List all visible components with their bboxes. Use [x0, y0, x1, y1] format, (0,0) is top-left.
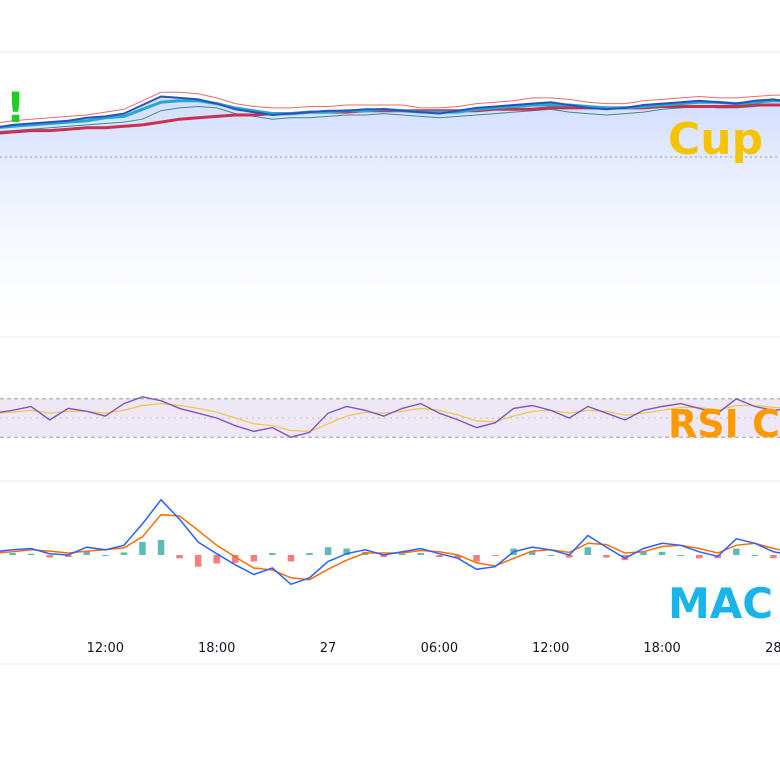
- macd-histogram-bar: [547, 555, 554, 556]
- macd-histogram-bar: [306, 553, 313, 555]
- macd-histogram-bar: [733, 548, 740, 555]
- macd-histogram-bar: [770, 555, 777, 559]
- macd-histogram-bar: [436, 555, 443, 557]
- macd-histogram-bar: [213, 555, 220, 564]
- x-tick-label: 18:00: [198, 641, 235, 656]
- macd-histogram-bar: [250, 555, 258, 562]
- x-tick-label: 12:00: [87, 641, 124, 656]
- macd-histogram-bar: [473, 555, 480, 562]
- macd-histogram-bar: [584, 547, 592, 555]
- macd-histogram-bar: [658, 551, 666, 556]
- trading-chart[interactable]: 12:00 18:00 27 06:00 12:00 18:00 28 ! Cup RSI …: [0, 0, 780, 780]
- x-tick-label: 18:00: [643, 641, 680, 656]
- x-tick-label: 12:00: [532, 641, 569, 656]
- macd-histogram-bar: [46, 555, 53, 558]
- macd-histogram-bar: [417, 553, 425, 555]
- macd-histogram-bar: [157, 540, 165, 555]
- macd-histogram-bar: [27, 553, 35, 555]
- top-left-label: !: [6, 83, 25, 132]
- macd-histogram-bar: [751, 555, 759, 556]
- macd-histogram-bar: [194, 555, 202, 567]
- macd-histogram-bar: [399, 553, 406, 555]
- x-tick-label: 06:00: [421, 641, 458, 656]
- macd-pane-label: MAC: [668, 579, 773, 628]
- macd-histogram-bar: [603, 555, 610, 558]
- macd-histogram-bar: [269, 553, 276, 555]
- macd-histogram-bar: [176, 555, 183, 559]
- price-area-fill: [0, 96, 780, 337]
- macd-histogram-bar: [696, 555, 703, 559]
- rsi-pane[interactable]: [0, 396, 780, 438]
- macd-histogram-bar: [324, 547, 332, 555]
- macd-histogram-bar: [120, 552, 128, 555]
- macd-histogram-bar: [491, 555, 499, 556]
- x-tick-label: 27: [320, 641, 337, 656]
- price-pane[interactable]: [0, 91, 780, 337]
- macd-histogram-bar: [102, 555, 109, 556]
- macd-histogram-bar: [9, 553, 16, 555]
- macd-histogram-bar: [287, 555, 295, 562]
- x-tick-label: 28: [765, 641, 780, 656]
- macd-histogram-bar: [139, 542, 146, 555]
- price-pane-label: Cup: [668, 114, 763, 165]
- macd-histogram-bar: [677, 555, 684, 556]
- rsi-pane-label: RSI C: [668, 402, 780, 446]
